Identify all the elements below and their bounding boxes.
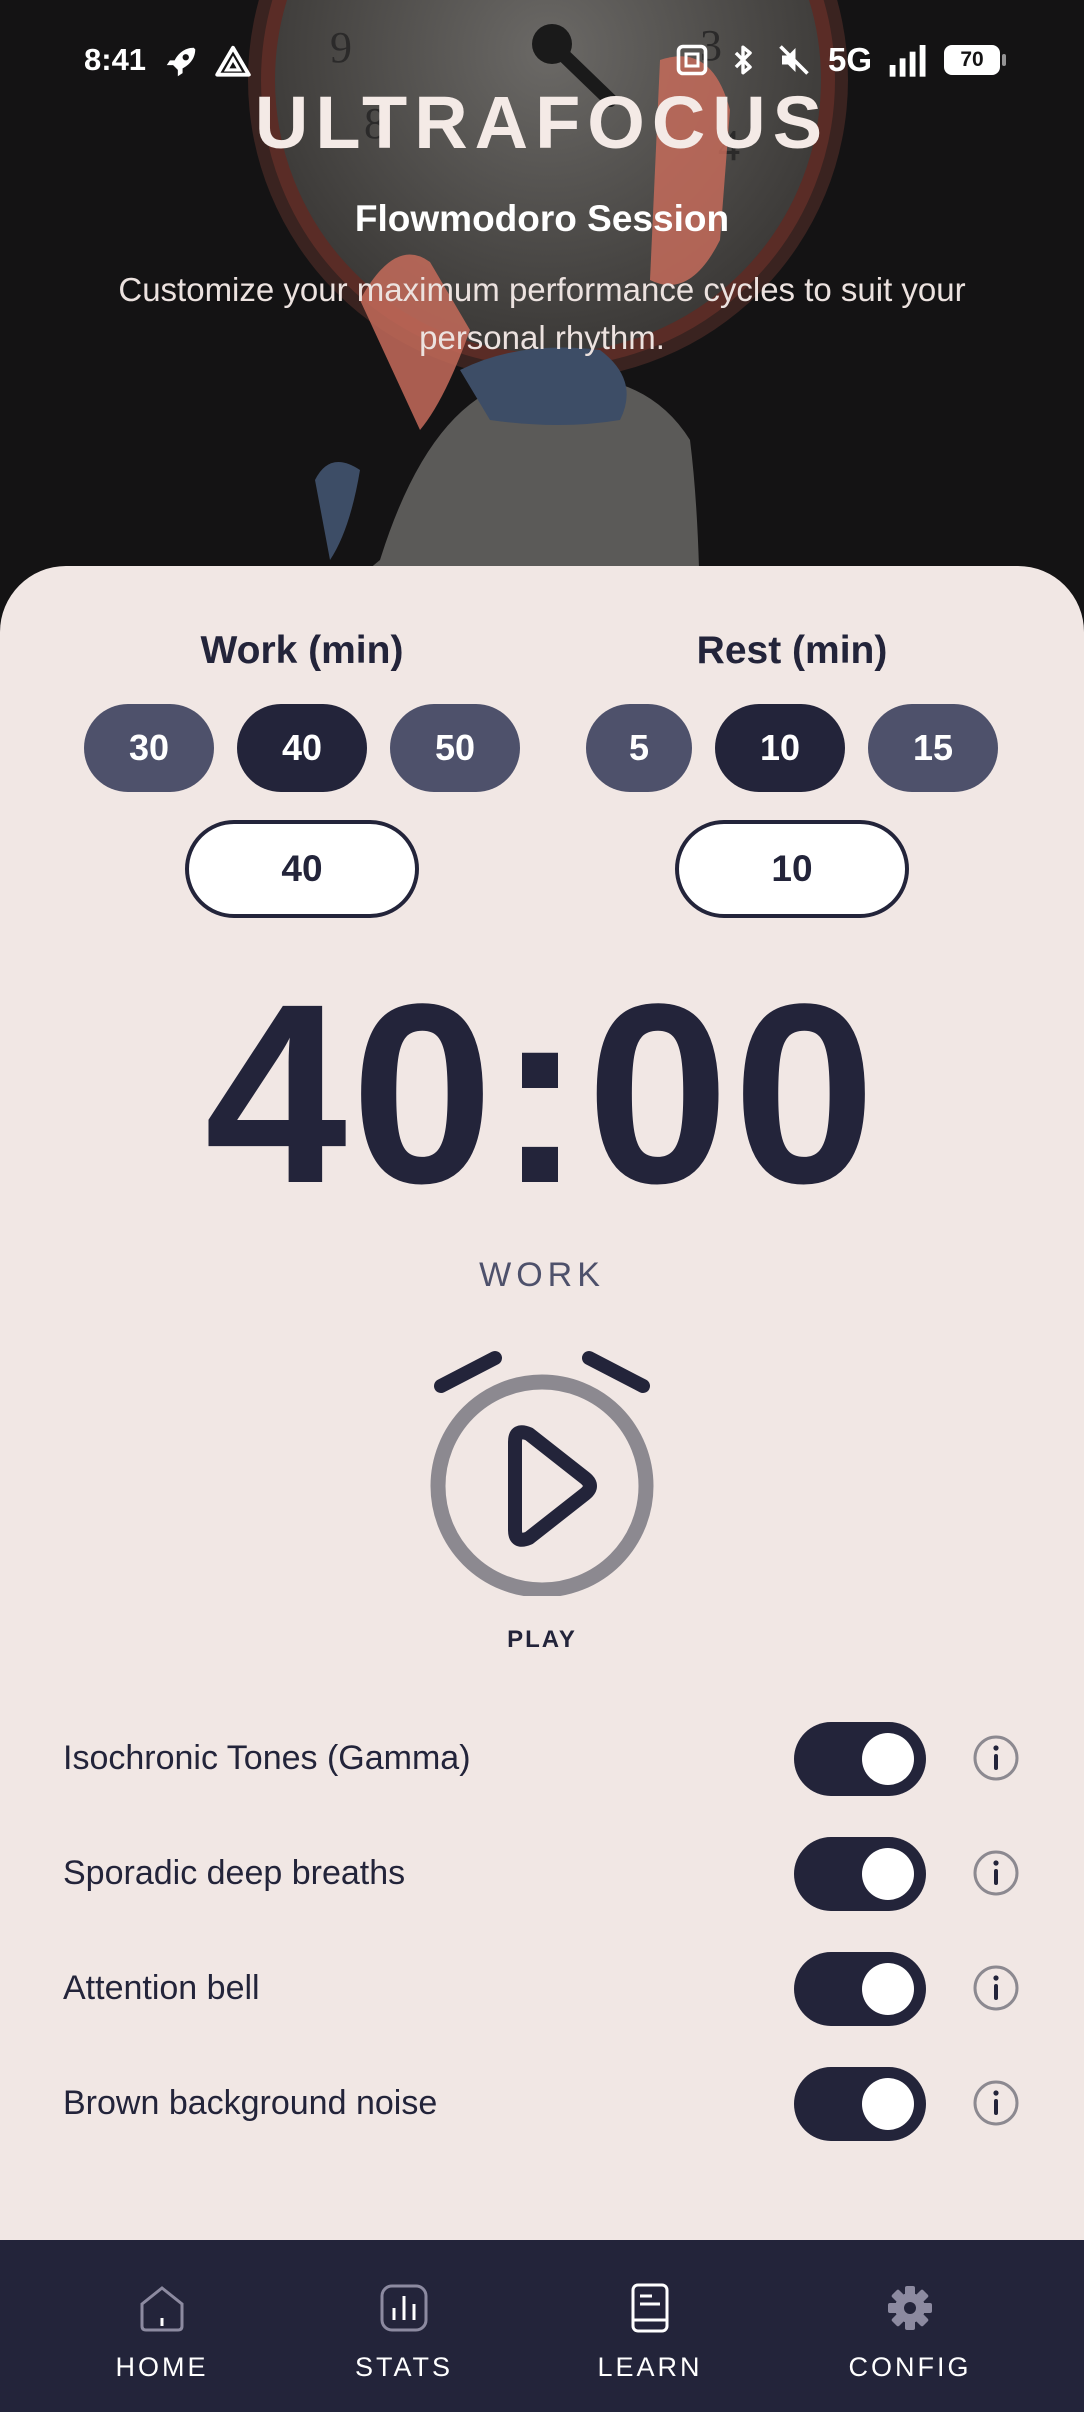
attention-bell-toggle[interactable] (794, 1952, 926, 2026)
work-duration-label: Work (min) (200, 629, 404, 672)
nav-stats[interactable]: STATS (294, 2240, 514, 2412)
info-icon[interactable] (972, 1964, 1020, 2012)
work-preset-30[interactable]: 30 (84, 704, 214, 792)
option-label: Sporadic deep breaths (63, 1854, 406, 1892)
battery-icon: 70 (944, 45, 1006, 75)
option-attention-bell: Attention bell (0, 1931, 1084, 2046)
option-deep-breaths: Sporadic deep breaths (0, 1816, 1084, 1931)
app-title: ULTRAFOCUS (254, 81, 830, 164)
rest-preset-15[interactable]: 15 (868, 704, 998, 792)
nav-label-home: HOME (115, 2352, 209, 2382)
status-time: 8:41 (84, 42, 147, 77)
rest-preset-10[interactable]: 10 (715, 704, 845, 792)
brown-noise-toggle[interactable] (794, 2067, 926, 2141)
option-isochronic-tones: Isochronic Tones (Gamma) (0, 1701, 1084, 1816)
bottom-navigation: HOME STATS LEARN CONFIG (0, 2240, 1084, 2412)
rest-duration-section: Rest (min) 5 10 15 (572, 626, 1012, 918)
nav-home[interactable]: HOME (52, 2240, 272, 2412)
work-duration-section: Work (min) 30 40 50 (82, 626, 522, 918)
home-icon (140, 2286, 184, 2332)
work-preset-50[interactable]: 50 (390, 704, 520, 792)
stopwatch-play-icon (430, 1351, 654, 1598)
hero-banner: 9 8 3 4 8:41 5G 70 ULTRAFOCUS Flowmodoro… (0, 0, 1084, 640)
timer-display: 40:00 (204, 951, 880, 1237)
bluetooth-icon (734, 45, 752, 75)
work-presets: 30 40 50 (82, 704, 522, 792)
book-icon (631, 2283, 669, 2333)
nav-label-learn: LEARN (597, 2352, 703, 2382)
option-label: Brown background noise (63, 2084, 438, 2122)
option-label: Attention bell (63, 1969, 260, 2007)
nav-config[interactable]: CONFIG (800, 2240, 1020, 2412)
isochronic-tones-toggle[interactable] (794, 1722, 926, 1796)
drive-icon (215, 45, 251, 77)
rest-preset-5[interactable]: 5 (586, 704, 692, 792)
network-type: 5G (827, 41, 872, 78)
battery-level: 70 (960, 48, 984, 71)
stats-icon (380, 2284, 428, 2332)
info-icon[interactable] (972, 1734, 1020, 1782)
info-icon[interactable] (972, 2079, 1020, 2127)
settings-card: Work (min) 30 40 50 Rest (min) 5 10 15 4… (0, 566, 1084, 2246)
play-label: PLAY (507, 1626, 577, 1653)
work-minutes-input[interactable] (185, 820, 419, 918)
gear-icon (888, 2286, 932, 2330)
rest-presets: 5 10 15 (572, 704, 1012, 792)
info-icon[interactable] (972, 1849, 1020, 1897)
session-title: Flowmodoro Session (354, 198, 730, 239)
option-brown-noise: Brown background noise (0, 2046, 1084, 2161)
nfc-icon (676, 44, 708, 76)
rest-duration-label: Rest (min) (696, 629, 888, 672)
nav-label-config: CONFIG (848, 2352, 972, 2382)
rest-minutes-input[interactable] (675, 820, 909, 918)
nav-label-stats: STATS (354, 2352, 453, 2382)
work-preset-40[interactable]: 40 (237, 704, 367, 792)
options-list: Isochronic Tones (Gamma) Sporadic deep b… (0, 1701, 1084, 2161)
rocket-icon (166, 47, 196, 77)
deep-breaths-toggle[interactable] (794, 1837, 926, 1911)
nav-learn[interactable]: LEARN (540, 2240, 760, 2412)
play-button[interactable] (427, 1346, 657, 1598)
option-label: Isochronic Tones (Gamma) (63, 1739, 471, 1777)
mute-icon (779, 45, 809, 75)
session-description: Customize your maximum performance cycle… (118, 271, 966, 356)
timer-phase: WORK (479, 1256, 605, 1294)
signal-icon (889, 45, 926, 77)
